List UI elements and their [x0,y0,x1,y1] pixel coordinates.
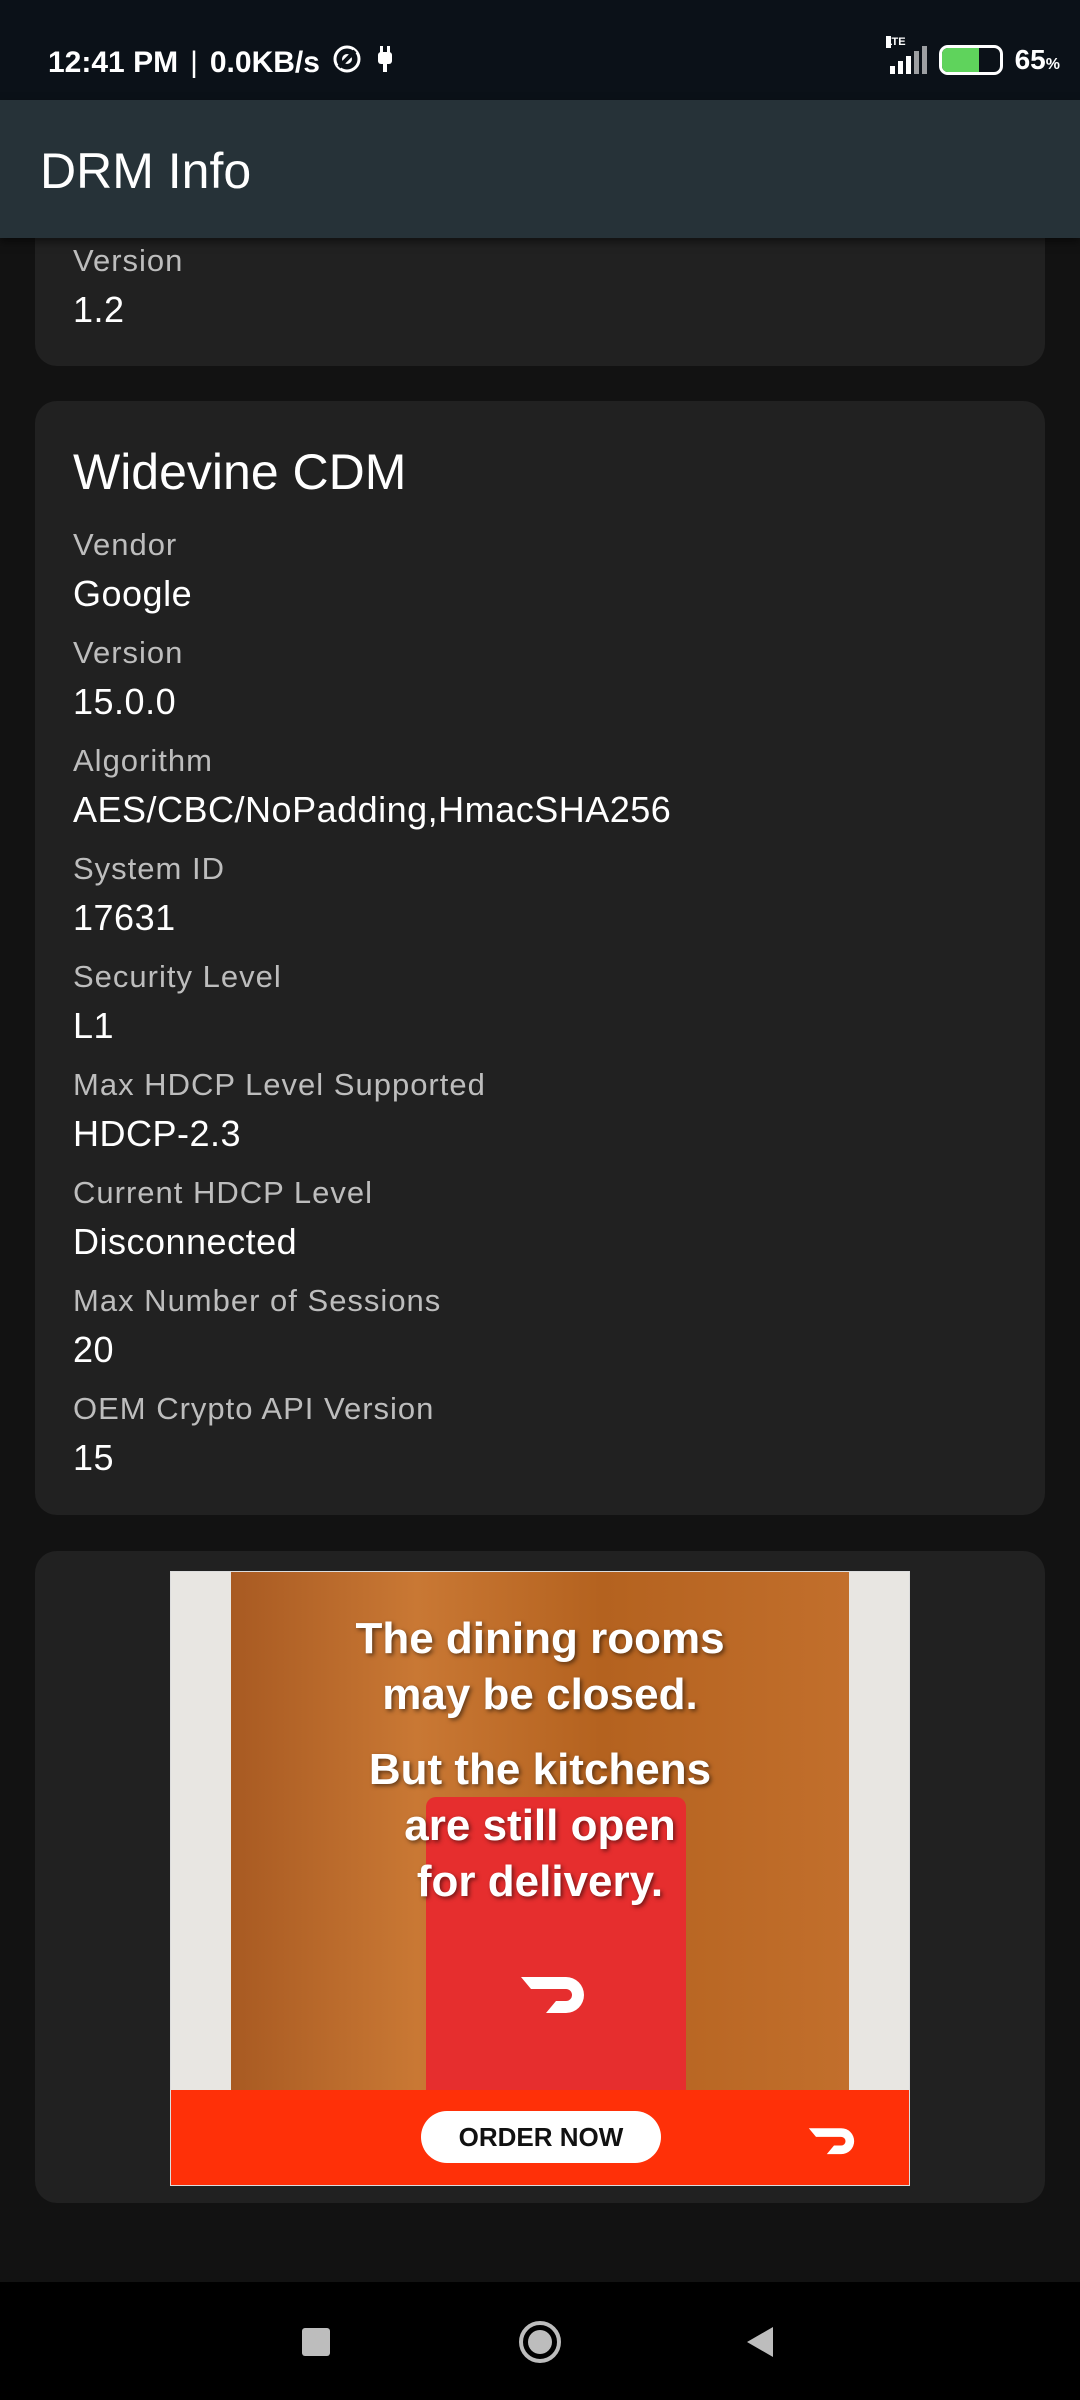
field-version: Version 1.2 [73,243,183,331]
field-label: Security Level [73,959,282,994]
field-label: Current HDCP Level [73,1175,373,1210]
field-value: 15 [73,1437,115,1478]
charging-plug-icon [374,44,396,82]
field-system-id: System ID 17631 [73,851,225,939]
status-left: 12:41 PM | 0.0KB/s [48,44,396,82]
hotspot-icon [332,44,362,82]
network-type: LTE [885,36,906,48]
app-title: DRM Info [40,143,252,199]
field-label: Version [73,243,184,278]
field-oem-crypto: OEM Crypto API Version 15 [73,1391,434,1479]
system-nav-bar [0,2282,1080,2400]
widevine-card: Widevine CDM Vendor Google Version 15.0.… [35,401,1045,1515]
ad-headline: for delivery. [416,1857,664,1906]
field-value: 20 [73,1329,115,1370]
status-divider: | [190,46,198,79]
field-label: Algorithm [73,743,213,778]
field-value: HDCP-2.3 [73,1113,242,1154]
ad-headline: may be closed. [382,1670,698,1719]
status-right: LTE 65% [885,36,1060,76]
field-algorithm: Algorithm AES/CBC/NoPadding,HmacSHA256 [73,743,671,831]
ad-headline: But the kitchens [368,1745,712,1794]
field-vendor: Vendor Google [73,527,192,615]
ad-headline: The dining rooms [355,1614,725,1663]
back-triangle-icon[interactable] [730,2312,790,2372]
field-max-hdcp: Max HDCP Level Supported HDCP-2.3 [73,1067,486,1155]
ad-card: The dining rooms may be closed. But the … [35,1551,1045,2203]
field-value: Google [73,573,193,614]
field-value: 15.0.0 [73,681,177,722]
signal-icon: LTE [885,36,927,74]
order-now-button[interactable]: ORDER NOW [421,2111,661,2163]
status-bar: 12:41 PM | 0.0KB/s LTE 65% [0,0,1080,100]
field-security-level: Security Level L1 [73,959,282,1047]
field-label: OEM Crypto API Version [73,1391,435,1426]
status-time: 12:41 PM [48,46,179,79]
field-label: Max Number of Sessions [73,1283,442,1318]
ad-footer-bar: ORDER NOW [171,2090,909,2185]
card-title: Widevine CDM [73,444,407,500]
home-circle-icon[interactable] [510,2312,570,2372]
field-value: 1.2 [73,289,125,330]
drm-card-top: Version 1.2 [35,238,1045,366]
field-value: AES/CBC/NoPadding,HmacSHA256 [73,789,672,830]
doordash-logo-icon [521,1977,584,2013]
doordash-logo-icon [808,2128,855,2155]
field-label: Version [73,635,184,670]
field-value: L1 [73,1005,115,1046]
battery-icon [938,45,1003,75]
status-speed: 0.0KB/s [209,46,320,79]
field-value: Disconnected [73,1221,298,1262]
field-max-sessions: Max Number of Sessions 20 [73,1283,441,1371]
field-label: System ID [73,851,225,886]
app-bar: DRM Info [0,100,1080,238]
field-value: 17631 [73,897,176,938]
field-label: Vendor [73,527,178,562]
recents-square-icon[interactable] [286,2312,346,2372]
field-current-hdcp: Current HDCP Level Disconnected [73,1175,373,1263]
field-version: Version 15.0.0 [73,635,183,723]
ad-banner[interactable]: The dining rooms may be closed. But the … [170,1571,910,2186]
ad-headline: are still open [404,1801,676,1850]
field-label: Max HDCP Level Supported [73,1067,486,1102]
battery-percent: 65% [1014,44,1060,75]
content-scroll[interactable]: Version 1.2 Widevine CDM Vendor Google V… [0,238,1080,2282]
